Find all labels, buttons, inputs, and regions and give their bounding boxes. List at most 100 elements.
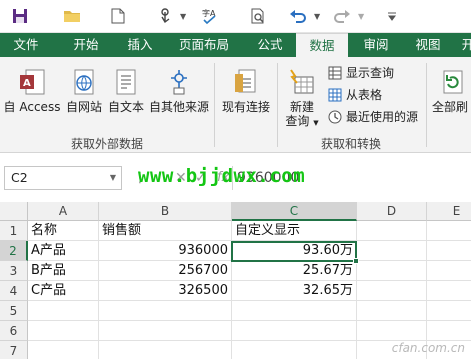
get-external-data-group-label: 获取外部数据 — [70, 137, 143, 151]
tab-view[interactable]: 视图 — [402, 33, 454, 57]
from-table-button[interactable]: 从表格 — [326, 85, 382, 105]
tab-formulas[interactable]: 公式 — [244, 33, 296, 57]
cell-e2[interactable] — [427, 241, 471, 261]
row-header-2[interactable]: 2 — [0, 241, 28, 261]
cell-c4[interactable]: 32.65万 — [232, 281, 357, 301]
row-header-7[interactable]: 7 — [0, 341, 28, 359]
svg-text:A: A — [23, 78, 31, 89]
cell-c5[interactable] — [232, 301, 357, 321]
table-icon — [328, 88, 342, 102]
new-query-label-line1: 新建 — [289, 100, 314, 114]
active-cell-border — [231, 241, 357, 262]
ribbon-separator — [277, 63, 278, 147]
new-query-icon — [287, 67, 317, 97]
new-query-button[interactable]: 新建 查询 ▼ — [280, 67, 324, 130]
cell-d6[interactable] — [357, 321, 427, 341]
tab-data[interactable]: 数据 — [296, 33, 348, 57]
existing-connections-button[interactable]: 现有连接 — [218, 67, 274, 114]
cell-b1[interactable]: 销售额 — [99, 221, 232, 241]
show-queries-label: 显示查询 — [346, 66, 395, 80]
cell-b5[interactable] — [99, 301, 232, 321]
customize-toolbar-icon[interactable] — [378, 4, 406, 28]
cell-a2[interactable]: A产品 — [28, 241, 99, 261]
cell-a7[interactable] — [28, 341, 99, 359]
select-all-corner[interactable] — [0, 202, 28, 221]
row-header-4[interactable]: 4 — [0, 281, 28, 301]
cell-e4[interactable] — [427, 281, 471, 301]
new-file-icon[interactable] — [104, 4, 132, 28]
row-header-3[interactable]: 3 — [0, 261, 28, 281]
refresh-all-button[interactable]: 全部刷 — [432, 67, 471, 114]
recent-sources-icon — [328, 110, 342, 124]
column-header-b[interactable]: B — [99, 202, 232, 221]
chevron-down-icon[interactable]: ▼ — [358, 12, 364, 21]
cell-d3[interactable] — [357, 261, 427, 281]
cell-b4[interactable]: 326500 — [99, 281, 232, 301]
tab-developer[interactable]: 开 — [458, 33, 471, 57]
text-file-icon — [111, 67, 141, 97]
show-queries-button[interactable]: 显示查询 — [326, 63, 394, 83]
cell-c7[interactable] — [232, 341, 357, 359]
tab-review[interactable]: 审阅 — [350, 33, 402, 57]
worksheet-grid[interactable]: A B C D E 1 2 3 4 5 6 7 名称 销售额 自定义显示 A产品… — [0, 202, 471, 359]
cell-a5[interactable] — [28, 301, 99, 321]
from-access-button[interactable]: A 自 Access — [2, 67, 62, 114]
cell-c1[interactable]: 自定义显示 — [232, 221, 357, 241]
redo-icon[interactable] — [328, 4, 356, 28]
column-header-c[interactable]: C — [232, 202, 357, 221]
cell-a4[interactable]: C产品 — [28, 281, 99, 301]
name-box[interactable]: C2 ▼ — [4, 166, 122, 190]
cell-d1[interactable] — [357, 221, 427, 241]
cell-b2[interactable]: 936000 — [99, 241, 232, 261]
site-watermark: cfan.com.cn — [391, 341, 465, 355]
from-web-button[interactable]: 自网站 — [62, 67, 106, 114]
tab-page-layout[interactable]: 页面布局 — [170, 33, 238, 57]
from-text-label: 自文本 — [107, 100, 144, 114]
column-header-d[interactable]: D — [357, 202, 427, 221]
ribbon-separator — [426, 63, 427, 147]
from-web-label: 自网站 — [65, 100, 102, 114]
row-header-5[interactable]: 5 — [0, 301, 28, 321]
print-preview-icon[interactable] — [244, 4, 272, 28]
cell-e6[interactable] — [427, 321, 471, 341]
save-icon[interactable] — [6, 4, 34, 28]
cell-e5[interactable] — [427, 301, 471, 321]
cell-b6[interactable] — [99, 321, 232, 341]
cell-e3[interactable] — [427, 261, 471, 281]
ribbon-separator — [214, 63, 215, 147]
open-folder-icon[interactable] — [58, 4, 86, 28]
cell-b7[interactable] — [99, 341, 232, 359]
from-text-button[interactable]: 自文本 — [104, 67, 148, 114]
refresh-icon — [438, 67, 468, 97]
column-header-e[interactable]: E — [427, 202, 471, 221]
ribbon-data: A 自 Access 自网站 自文本 自其他来源 获取外部数据 现有连接 新建 … — [0, 57, 471, 153]
chevron-down-icon[interactable]: ▼ — [110, 167, 116, 189]
from-other-sources-button[interactable]: 自其他来源 — [146, 67, 212, 114]
refresh-all-label: 全部刷 — [432, 100, 469, 114]
tab-home[interactable]: 开始 — [60, 33, 112, 57]
tab-file[interactable]: 文件 — [0, 33, 52, 57]
touch-mode-icon[interactable] — [152, 4, 180, 28]
row-header-6[interactable]: 6 — [0, 321, 28, 341]
globe-icon — [69, 67, 99, 97]
undo-icon[interactable] — [284, 4, 312, 28]
cell-d2[interactable] — [357, 241, 427, 261]
cell-e1[interactable] — [427, 221, 471, 241]
spelling-icon[interactable]: 字A — [196, 4, 224, 28]
cell-d4[interactable] — [357, 281, 427, 301]
tab-insert[interactable]: 插入 — [114, 33, 166, 57]
cell-c3[interactable]: 25.67万 — [232, 261, 357, 281]
cell-a3[interactable]: B产品 — [28, 261, 99, 281]
row-header-1[interactable]: 1 — [0, 221, 28, 241]
cell-a1[interactable]: 名称 — [28, 221, 99, 241]
chevron-down-icon[interactable]: ▼ — [180, 12, 186, 21]
cell-d5[interactable] — [357, 301, 427, 321]
get-transform-group-label: 获取和转换 — [320, 137, 381, 151]
cell-b3[interactable]: 256700 — [99, 261, 232, 281]
cell-c6[interactable] — [232, 321, 357, 341]
fill-handle[interactable] — [353, 258, 359, 264]
chevron-down-icon[interactable]: ▼ — [314, 12, 320, 21]
column-header-a[interactable]: A — [28, 202, 99, 221]
recent-sources-button[interactable]: 最近使用的源 — [326, 107, 418, 127]
cell-a6[interactable] — [28, 321, 99, 341]
